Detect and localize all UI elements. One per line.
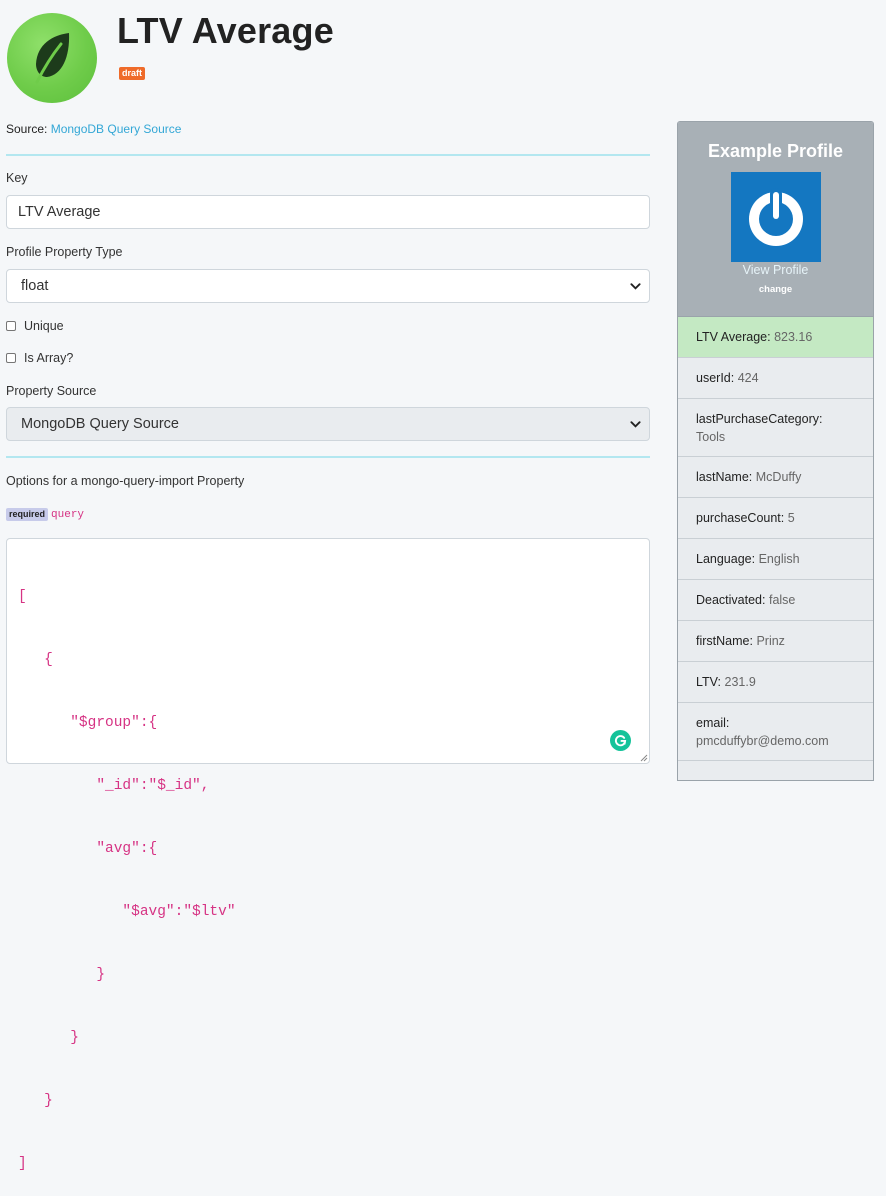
power-icon bbox=[749, 188, 803, 246]
code-line: ] bbox=[18, 1156, 27, 1172]
key-label: Key bbox=[6, 171, 28, 185]
source-line: Source: MongoDB Query Source bbox=[6, 122, 181, 136]
unique-label: Unique bbox=[24, 319, 64, 333]
property-key: email bbox=[696, 715, 726, 730]
property-key: Language bbox=[696, 552, 752, 566]
profile-property-row: Deactivated: false bbox=[678, 580, 873, 621]
profile-property-row: purchaseCount: 5 bbox=[678, 498, 873, 539]
query-field-name: query bbox=[51, 508, 85, 521]
divider bbox=[6, 154, 650, 156]
resize-handle-icon[interactable] bbox=[640, 754, 648, 762]
chevron-down-icon bbox=[630, 421, 641, 428]
code-line: "avg":{ bbox=[18, 841, 158, 857]
property-value: English bbox=[758, 552, 800, 566]
code-line: [ bbox=[18, 589, 27, 605]
property-key: lastPurchaseCategory bbox=[696, 411, 819, 426]
property-value: Prinz bbox=[756, 634, 785, 648]
code-line: "_id":"$_id", bbox=[18, 778, 210, 794]
query-textarea[interactable]: [ { "$group":{ "_id":"$_id", "avg":{ "$a… bbox=[6, 538, 650, 1172]
panel-header: Example Profile View Profile change bbox=[678, 122, 873, 317]
profile-property-row: LTV: 231.9 bbox=[678, 662, 873, 703]
profile-property-row: userId: 424 bbox=[678, 358, 873, 399]
property-key: userId bbox=[696, 371, 731, 385]
options-heading: Options for a mongo-query-import Propert… bbox=[6, 474, 245, 488]
page-title: LTV Average bbox=[117, 10, 334, 51]
property-key: lastName bbox=[696, 470, 749, 484]
code-line: } bbox=[18, 967, 106, 983]
property-value: false bbox=[768, 593, 796, 607]
property-source-select[interactable]: MongoDB Query Source bbox=[6, 407, 650, 441]
panel-title: Example Profile bbox=[707, 141, 844, 161]
status-badge: draft bbox=[119, 67, 145, 80]
is-array-label: Is Array? bbox=[24, 351, 74, 365]
example-profile-panel: Example Profile View Profile change LTV … bbox=[677, 121, 874, 781]
query-option-label: required query bbox=[6, 508, 84, 521]
property-key: Deactivated bbox=[696, 593, 763, 607]
profile-property-row: lastName: McDuffy bbox=[678, 457, 873, 498]
property-value: Tools bbox=[696, 429, 726, 444]
property-source-value: MongoDB Query Source bbox=[21, 416, 179, 432]
leaf-logo-icon bbox=[7, 13, 97, 103]
avatar[interactable] bbox=[731, 172, 821, 262]
property-value: McDuffy bbox=[755, 470, 802, 484]
property-value: 424 bbox=[737, 371, 759, 385]
code-line: { bbox=[18, 652, 53, 668]
is-array-checkbox[interactable] bbox=[6, 353, 16, 363]
code-line: "$group":{ bbox=[18, 715, 158, 731]
view-profile-link[interactable]: View Profile bbox=[678, 263, 873, 277]
type-label: Profile Property Type bbox=[6, 245, 123, 259]
grammarly-icon[interactable] bbox=[610, 730, 631, 751]
chevron-down-icon bbox=[630, 283, 641, 290]
source-label: Source: bbox=[6, 122, 48, 136]
change-link[interactable]: change bbox=[678, 284, 873, 295]
code-line: "$avg":"$ltv" bbox=[18, 904, 236, 920]
property-value: 5 bbox=[787, 511, 795, 525]
profile-property-row: email: pmcduffybr@demo.com bbox=[678, 703, 873, 761]
property-value: 823.16 bbox=[774, 330, 813, 344]
type-select-value: float bbox=[21, 278, 49, 294]
property-key: LTV Average bbox=[696, 330, 768, 344]
required-badge: required bbox=[6, 508, 49, 521]
type-select[interactable]: float bbox=[6, 269, 650, 303]
source-link[interactable]: MongoDB Query Source bbox=[51, 122, 182, 136]
unique-row[interactable]: Unique bbox=[6, 319, 64, 333]
key-input[interactable]: LTV Average bbox=[6, 195, 650, 229]
code-line: } bbox=[18, 1093, 53, 1109]
is-array-row[interactable]: Is Array? bbox=[6, 351, 73, 365]
property-key: firstName bbox=[696, 634, 750, 648]
profile-property-row: lastPurchaseCategory: Tools bbox=[678, 399, 873, 457]
property-value: pmcduffybr@demo.com bbox=[696, 733, 829, 748]
unique-checkbox[interactable] bbox=[6, 321, 16, 331]
property-value: 231.9 bbox=[724, 675, 756, 689]
property-key: LTV bbox=[696, 675, 718, 689]
divider bbox=[6, 456, 650, 458]
profile-property-row: firstName: Prinz bbox=[678, 621, 873, 662]
property-key: purchaseCount bbox=[696, 511, 781, 525]
property-source-label: Property Source bbox=[6, 384, 97, 398]
profile-property-row: Language: English bbox=[678, 539, 873, 580]
code-line: } bbox=[18, 1030, 79, 1046]
profile-property-row: LTV Average: 823.16 bbox=[678, 317, 873, 358]
